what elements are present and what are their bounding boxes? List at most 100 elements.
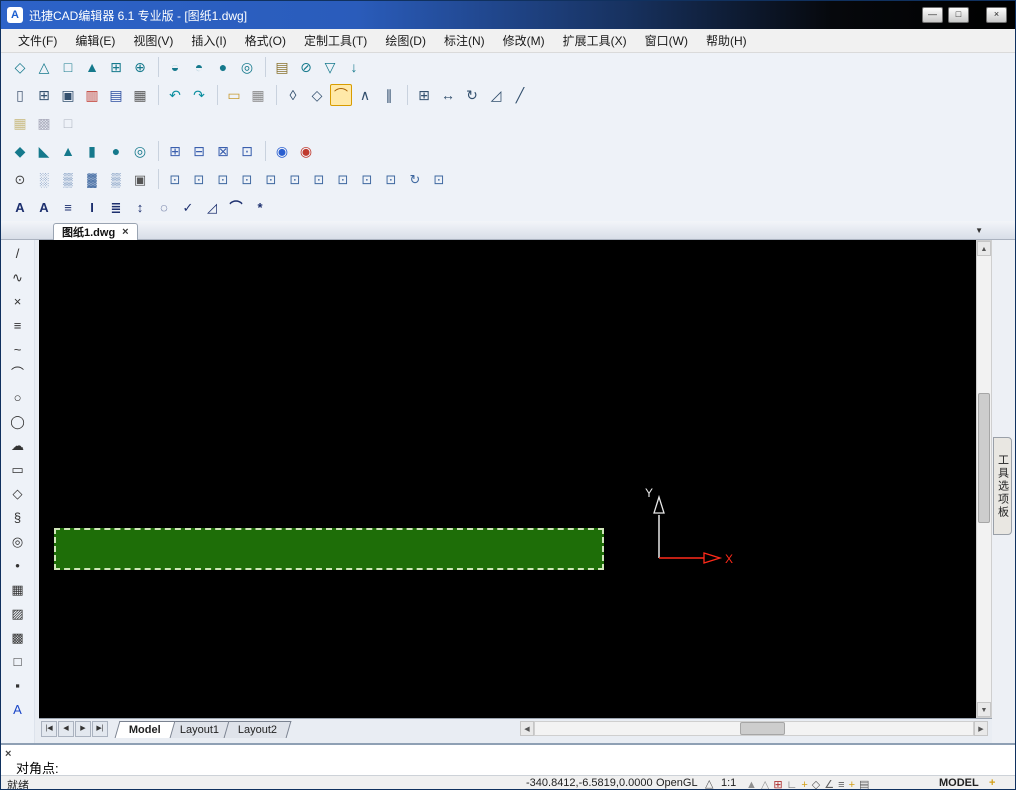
image-icon[interactable]: ▦ xyxy=(247,84,269,106)
gradient-icon[interactable]: ▩ xyxy=(7,626,29,648)
menu-help[interactable]: 帮助(H) xyxy=(697,29,756,52)
rectangle-icon[interactable]: ▭ xyxy=(7,458,29,480)
nw-isometric-icon[interactable]: ⊡ xyxy=(380,168,402,190)
dish-icon[interactable]: ◒ xyxy=(164,56,186,78)
fillet-icon[interactable]: ⌒ xyxy=(330,84,352,106)
region-icon[interactable]: □ xyxy=(7,650,29,672)
tab-close-icon[interactable]: × xyxy=(122,226,128,238)
wireframe-icon[interactable]: ▒ xyxy=(105,168,127,190)
erase-icon[interactable]: ◊ xyxy=(282,84,304,106)
open-folder-icon[interactable]: ▭ xyxy=(223,84,245,106)
subtract-icon[interactable]: ⊟ xyxy=(188,140,210,162)
model-space-toggle[interactable]: MODEL xyxy=(939,777,979,789)
tab-overflow-icon[interactable]: ▼ xyxy=(975,226,983,235)
menu-express-tools[interactable]: 扩展工具(X) xyxy=(554,29,636,52)
torus-surface-icon[interactable]: ◎ xyxy=(236,56,258,78)
hatch-icon[interactable]: ▨ xyxy=(7,602,29,624)
arc-text-icon[interactable]: ⌒ xyxy=(225,196,247,218)
scroll-down-icon[interactable]: ▼ xyxy=(977,702,991,717)
arc-icon[interactable]: ⌒ xyxy=(7,362,29,384)
export-icon[interactable]: ↓ xyxy=(343,56,365,78)
quick-props-icon[interactable]: ▤ xyxy=(859,778,869,790)
menu-window[interactable]: 窗口(W) xyxy=(636,29,697,52)
command-close-icon[interactable]: × xyxy=(5,748,11,760)
scroll-left-icon[interactable]: ◀ xyxy=(520,721,534,736)
box-solid-icon[interactable]: ◆ xyxy=(9,140,31,162)
crosshair-plus-icon[interactable]: + xyxy=(989,777,995,789)
right-view-icon[interactable]: ⊡ xyxy=(236,168,258,190)
line-icon[interactable]: / xyxy=(7,242,29,264)
wipeout-icon[interactable]: ▪ xyxy=(7,674,29,696)
mirror-icon[interactable]: ∧ xyxy=(354,84,376,106)
next-tab-button[interactable]: ▶ xyxy=(75,721,91,737)
multiline-text-icon[interactable]: ≡ xyxy=(57,196,79,218)
vertical-scroll-thumb[interactable] xyxy=(978,393,990,523)
perspective-view-icon[interactable]: ⊡ xyxy=(428,168,450,190)
copy-object-icon[interactable]: ◇ xyxy=(306,84,328,106)
left-view-icon[interactable]: ⊡ xyxy=(212,168,234,190)
paste-icon[interactable]: ▤ xyxy=(105,84,127,106)
scale-text-icon[interactable]: ◿ xyxy=(201,196,223,218)
redo-icon[interactable]: ↷ xyxy=(188,84,210,106)
workspace-icon[interactable]: ⊞ xyxy=(773,778,782,790)
image-frame-icon[interactable]: □ xyxy=(57,112,79,134)
first-tab-button[interactable]: |◀ xyxy=(41,721,57,737)
scale-icon[interactable]: ◿ xyxy=(485,84,507,106)
construction-line-icon[interactable]: × xyxy=(7,290,29,312)
solid-edit-icon[interactable]: ⊡ xyxy=(236,140,258,162)
2d-solid-icon[interactable]: ◇ xyxy=(9,56,31,78)
tab-model[interactable]: Model xyxy=(115,721,176,738)
selected-rectangle[interactable] xyxy=(54,528,604,570)
scale-label[interactable]: 1:1 xyxy=(721,777,736,789)
scroll-right-icon[interactable]: ▶ xyxy=(974,721,988,736)
text-align-icon[interactable]: ≣ xyxy=(105,196,127,218)
menu-edit[interactable]: 编辑(E) xyxy=(66,29,124,52)
sw-isometric-icon[interactable]: ⊡ xyxy=(308,168,330,190)
edit-text-icon[interactable]: I xyxy=(81,196,103,218)
single-line-text-icon[interactable]: A xyxy=(33,196,55,218)
top-view-icon[interactable]: ⊡ xyxy=(164,168,186,190)
spline-icon[interactable]: ~ xyxy=(7,338,29,360)
shade-icon[interactable]: ▒ xyxy=(57,168,79,190)
text-style-icon[interactable]: A xyxy=(9,196,31,218)
intersect-icon[interactable]: ⊠ xyxy=(212,140,234,162)
3d-face-icon[interactable]: △ xyxy=(33,56,55,78)
back-view-icon[interactable]: ⊡ xyxy=(284,168,306,190)
dyn-input-icon[interactable]: + xyxy=(849,778,855,790)
snapshot-icon[interactable]: ▽ xyxy=(319,56,341,78)
pyramid-icon[interactable]: ▲ xyxy=(81,56,103,78)
cylinder-solid-icon[interactable]: ▮ xyxy=(81,140,103,162)
tool-palette-tab[interactable]: 工具选项板 xyxy=(993,437,1012,535)
ellipse-icon[interactable]: ◯ xyxy=(7,410,29,432)
trim-icon[interactable]: ╱ xyxy=(509,84,531,106)
annotation-visibility-icon[interactable]: ▲ xyxy=(746,778,757,790)
render-icon[interactable]: ◉ xyxy=(271,140,293,162)
vertical-scrollbar[interactable]: ▲ ▼ xyxy=(976,240,992,718)
orbit-view-icon[interactable]: ↻ xyxy=(404,168,426,190)
array-icon[interactable]: ⊞ xyxy=(413,84,435,106)
new-file-icon[interactable]: ▯ xyxy=(9,84,31,106)
helix-icon[interactable]: § xyxy=(7,506,29,528)
minimize-button[interactable]: — xyxy=(922,7,943,23)
document-tab[interactable]: 图纸1.dwg × xyxy=(53,223,138,240)
raster-image-icon[interactable]: ▦ xyxy=(9,112,31,134)
annotation-autoscale-icon[interactable]: △ xyxy=(761,778,769,790)
multiline-icon[interactable]: ≡ xyxy=(7,314,29,336)
attach-xref-icon[interactable]: ▤ xyxy=(271,56,293,78)
offset-icon[interactable]: ∥ xyxy=(378,84,400,106)
polar-icon[interactable]: + xyxy=(801,778,807,790)
ortho-icon[interactable]: ∟ xyxy=(787,778,798,790)
named-views-icon[interactable]: ⊙ xyxy=(9,168,31,190)
menu-file[interactable]: 文件(F) xyxy=(9,29,66,52)
find-text-icon[interactable]: ◌ xyxy=(153,196,175,218)
box-surface-icon[interactable]: □ xyxy=(57,56,79,78)
horizontal-scroll-thumb[interactable] xyxy=(740,722,785,735)
donut-icon[interactable]: ◎ xyxy=(7,530,29,552)
revision-cloud-icon[interactable]: ☁ xyxy=(7,434,29,456)
menu-custom-tools[interactable]: 定制工具(T) xyxy=(295,29,376,52)
prev-tab-button[interactable]: ◀ xyxy=(58,721,74,737)
horizontal-scrollbar[interactable]: ◀ ▶ xyxy=(520,721,988,736)
bottom-view-icon[interactable]: ⊡ xyxy=(188,168,210,190)
wedge-solid-icon[interactable]: ◣ xyxy=(33,140,55,162)
drawing-canvas[interactable]: Y X xyxy=(39,240,976,718)
